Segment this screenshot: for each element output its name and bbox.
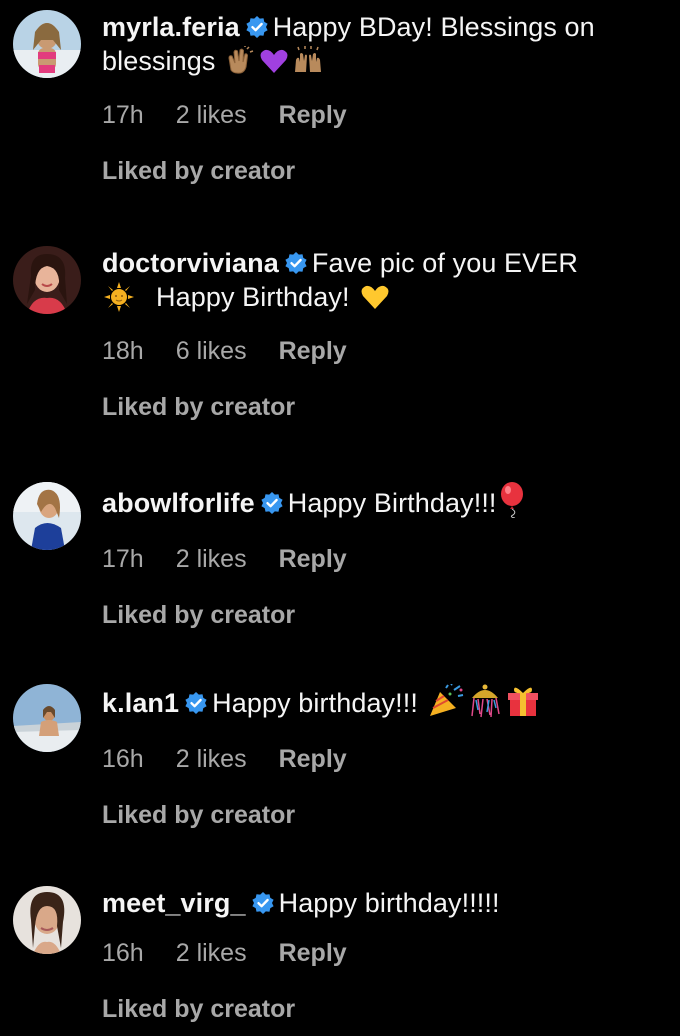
reply-button[interactable]: Reply [279, 545, 347, 573]
liked-by-creator: Liked by creator [102, 157, 296, 185]
likes-count[interactable]: 2 likes [176, 545, 247, 573]
comment-body-continued: Happy Birthday! [156, 282, 350, 312]
comment-body: Happy birthday!!!!! [278, 888, 500, 918]
timestamp: 17h [102, 101, 144, 129]
reply-button[interactable]: Reply [279, 337, 347, 365]
liked-by-creator: Liked by creator [102, 601, 296, 629]
comment-meta: 18h 6 likes Reply [102, 336, 666, 366]
comments-screen: { "comments": [ { "username": "myrla.fer… [0, 0, 680, 1036]
confetti-ball-emoji [468, 684, 502, 726]
likes-count[interactable]: 2 likes [176, 101, 247, 129]
avatar[interactable] [13, 886, 81, 954]
liked-by-creator: Liked by creator [102, 995, 296, 1023]
username[interactable]: doctorviviana [102, 248, 279, 278]
comment-text: doctorviviana Fave pic of you EVER Happy … [102, 246, 666, 320]
avatar[interactable] [13, 246, 81, 314]
purple-heart-emoji [259, 46, 289, 84]
clapping-hands-emoji [225, 46, 255, 84]
verified-badge-icon [261, 492, 283, 514]
likes-count[interactable]: 6 likes [176, 337, 247, 365]
gift-emoji [506, 684, 540, 726]
verified-badge-icon [251, 892, 274, 914]
reply-button[interactable]: Reply [279, 939, 347, 967]
timestamp: 17h [102, 545, 144, 573]
comment-meta: 17h 2 likes Reply [102, 100, 666, 130]
avatar[interactable] [13, 10, 81, 78]
likes-count[interactable]: 2 likes [176, 745, 247, 773]
comment-text: myrla.feria Happy BDay! Blessings on bles… [102, 10, 666, 84]
likes-count[interactable]: 2 likes [176, 939, 247, 967]
avatar[interactable] [13, 482, 81, 550]
verified-badge-icon [185, 692, 207, 714]
comment-text: meet_virg_ Happy birthday!!!!! [102, 886, 666, 920]
comment-body: Fave pic of you EVER [311, 248, 578, 278]
comment-text: abowlforlife Happy Birthday!!! [102, 482, 666, 526]
sun-emoji [104, 282, 134, 320]
verified-badge-icon [285, 252, 307, 274]
balloon-emoji [499, 482, 527, 526]
username[interactable]: abowlforlife [102, 488, 255, 518]
comment-body: Happy Birthday!!! [287, 488, 497, 518]
comment-text: k.lan1 Happy birthday!!! [102, 683, 666, 726]
reply-button[interactable]: Reply [279, 745, 347, 773]
avatar[interactable] [13, 684, 81, 752]
comment-meta: 16h 2 likes Reply [102, 744, 666, 774]
liked-by-creator: Liked by creator [102, 801, 296, 829]
comment-meta: 17h 2 likes Reply [102, 544, 666, 574]
username[interactable]: k.lan1 [102, 688, 179, 718]
party-popper-emoji [428, 683, 464, 726]
reply-button[interactable]: Reply [279, 101, 347, 129]
timestamp: 18h [102, 337, 144, 365]
username[interactable]: myrla.feria [102, 12, 240, 42]
timestamp: 16h [102, 745, 144, 773]
username[interactable]: meet_virg_ [102, 888, 246, 918]
comment-meta: 16h 2 likes Reply [102, 938, 666, 968]
liked-by-creator: Liked by creator [102, 393, 296, 421]
comment-body: Happy birthday!!! [212, 688, 418, 718]
timestamp: 16h [102, 939, 144, 967]
raising-hands-emoji [293, 46, 323, 84]
yellow-heart-emoji [359, 282, 391, 320]
verified-badge-icon [246, 16, 268, 38]
